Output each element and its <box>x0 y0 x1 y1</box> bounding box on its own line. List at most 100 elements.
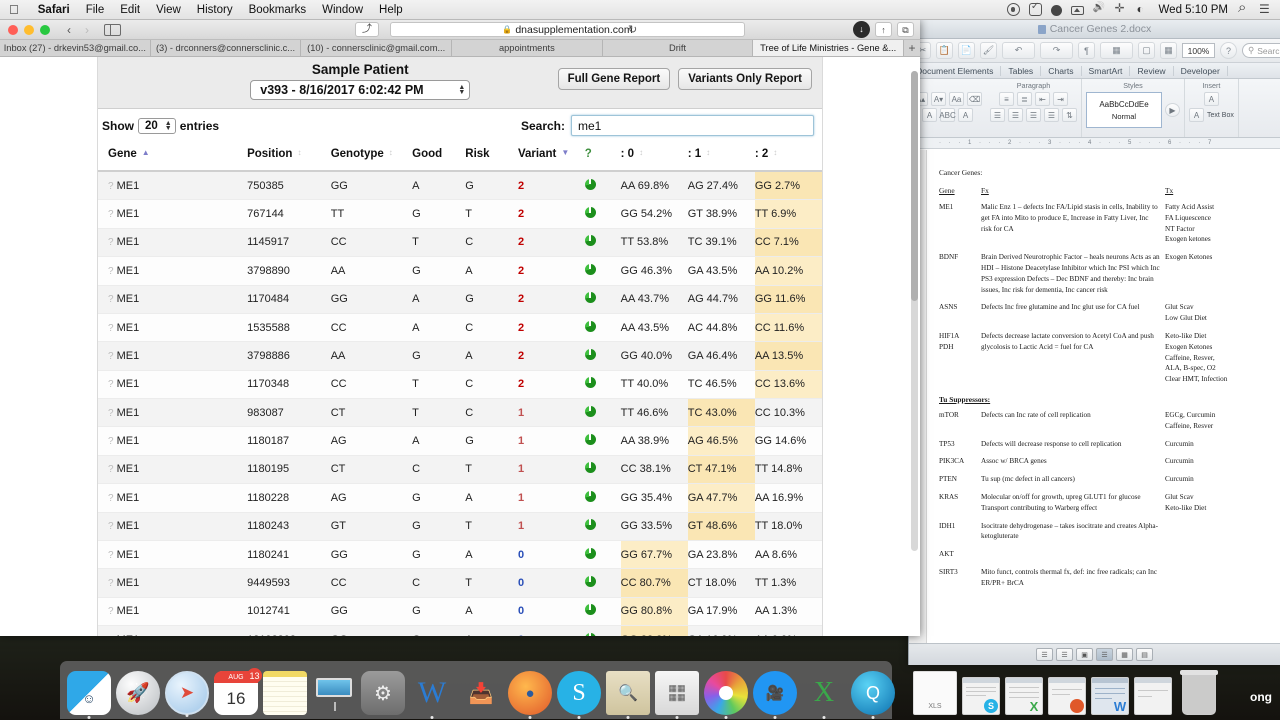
clear-formatting-icon[interactable]: ⌫ <box>967 92 982 106</box>
column-header-genotype[interactable]: Genotype↕ <box>331 140 412 171</box>
info-icon[interactable]: ? <box>108 181 114 192</box>
close-window-button[interactable] <box>8 25 18 35</box>
browser-tab-drift[interactable]: Drift <box>603 40 754 56</box>
info-icon[interactable]: ? <box>108 209 114 220</box>
pie-chart-icon[interactable] <box>585 292 596 303</box>
copy-icon[interactable]: 📋 <box>936 42 953 59</box>
tab-review[interactable]: Review <box>1130 66 1173 76</box>
info-icon[interactable]: ? <box>108 635 114 636</box>
bluetooth-icon[interactable] <box>1115 3 1128 16</box>
word-page[interactable]: Cancer Genes: Gene Fx Tx ME1Malic Enz 1 … <box>926 150 1280 643</box>
pie-chart-icon[interactable] <box>585 519 596 530</box>
installer-icon[interactable]: 📥 <box>459 671 503 715</box>
pie-chart-icon[interactable] <box>585 377 596 388</box>
view-notebook-icon[interactable]: ▦ <box>1116 648 1133 661</box>
tab-developer[interactable]: Developer <box>1174 66 1228 76</box>
table-row[interactable]: ?ME19449593CCCT0CC 80.7%CT 18.0%TT 1.3% <box>98 569 822 597</box>
column-header-question[interactable]: ? <box>585 140 621 171</box>
minimized-word-window[interactable]: W <box>1091 677 1129 715</box>
highlight-icon[interactable]: A <box>958 108 973 122</box>
numbering-icon[interactable]: ≣ <box>1017 92 1032 106</box>
info-icon[interactable]: ? <box>108 266 114 277</box>
undo-icon[interactable]: ↶ <box>1002 42 1035 59</box>
table-row[interactable]: ?ME113192303GGGA0GG 82.2%GA 16.9%AA 0.9% <box>98 626 822 637</box>
search-input[interactable] <box>571 115 814 136</box>
new-tab-button[interactable]: + <box>904 40 920 56</box>
apple-menu-icon[interactable]:  <box>9 3 19 16</box>
paste-icon[interactable]: 📄 <box>958 42 975 59</box>
view-fullscreen-icon[interactable]: ▤ <box>1136 648 1153 661</box>
column-header-two[interactable]: : 2↕ <box>755 140 822 171</box>
pie-chart-icon[interactable] <box>585 633 596 636</box>
font-color-icon[interactable]: A <box>922 108 937 122</box>
info-icon[interactable]: ? <box>108 464 114 475</box>
address-bar[interactable]: 🔒 dnasupplementation.com <box>390 22 745 37</box>
info-icon[interactable]: ? <box>108 379 114 390</box>
pie-chart-icon[interactable] <box>585 179 596 190</box>
column-header-one[interactable]: : 1↕ <box>688 140 755 171</box>
help-icon[interactable]: ? <box>1220 42 1237 59</box>
wordart-icon[interactable]: A <box>1204 92 1219 106</box>
page-scrollbar[interactable] <box>911 71 918 551</box>
menu-item-help[interactable]: Help <box>371 4 411 16</box>
info-icon[interactable]: ? <box>108 578 114 589</box>
timemachine-icon[interactable] <box>1007 3 1020 16</box>
table-row[interactable]: ?ME11180228AGGA1GG 35.4%GA 47.7%AA 16.9% <box>98 484 822 512</box>
table-row[interactable]: ?ME11145917CCTC2TT 53.8%TC 39.1%CC 7.1% <box>98 228 822 256</box>
minimized-keynote-window[interactable] <box>1134 677 1172 715</box>
increase-indent-icon[interactable]: ⇥ <box>1053 92 1068 106</box>
table-row[interactable]: ?ME11170348CCTC2TT 40.0%TC 46.5%CC 13.6% <box>98 370 822 398</box>
table-row[interactable]: ?ME11180243GTGT1GG 33.5%GT 48.6%TT 18.0% <box>98 512 822 540</box>
pie-chart-icon[interactable] <box>585 406 596 417</box>
styles-expand-icon[interactable]: ▶ <box>1165 103 1180 117</box>
trash-icon[interactable] <box>1177 669 1221 715</box>
table-row[interactable]: ?ME1767144TTGT2GG 54.2%GT 38.9%TT 6.9% <box>98 200 822 228</box>
notification-center-icon[interactable] <box>1259 3 1272 16</box>
airplay-icon[interactable] <box>1071 6 1084 15</box>
pie-chart-icon[interactable] <box>585 321 596 332</box>
variants-only-report-button[interactable]: Variants Only Report <box>678 68 812 90</box>
align-right-icon[interactable]: ☰ <box>1026 108 1041 122</box>
minimize-window-button[interactable] <box>24 25 34 35</box>
align-left-icon[interactable]: ☰ <box>990 108 1005 122</box>
table-row[interactable]: ?ME1750385GGAG2AA 69.8%AG 27.4%GG 2.7% <box>98 171 822 200</box>
redo-icon[interactable]: ↷ <box>1040 42 1073 59</box>
menu-item-bookmarks[interactable]: Bookmarks <box>241 4 315 16</box>
menu-bar-clock[interactable]: Wed 5:10 PM <box>1159 4 1228 16</box>
column-header-risk[interactable]: Risk <box>465 140 518 171</box>
minimized-skype-window[interactable]: S <box>962 677 1000 715</box>
columns-icon[interactable]: ▦ <box>1100 42 1133 59</box>
wifi-icon[interactable]: ◐ <box>1137 3 1150 16</box>
pie-chart-icon[interactable] <box>585 491 596 502</box>
tab-document-elements[interactable]: Document Elements <box>909 66 1001 76</box>
info-icon[interactable]: ? <box>108 237 114 248</box>
info-icon[interactable]: ? <box>108 521 114 532</box>
column-header-variant[interactable]: Variant▼ <box>518 140 585 171</box>
calendar-icon[interactable]: AUG 16 13 <box>214 671 258 715</box>
share-button[interactable]: ⤴ <box>355 22 379 37</box>
column-header-zero[interactable]: : 0↕ <box>621 140 688 171</box>
decrease-indent-icon[interactable]: ⇤ <box>1035 92 1050 106</box>
zoom-window-button[interactable] <box>40 25 50 35</box>
xls-file-icon[interactable]: XLS <box>913 671 957 715</box>
menu-item-view[interactable]: View <box>148 4 189 16</box>
table-row[interactable]: ?ME11535588CCAC2AA 43.5%AC 44.8%CC 11.6% <box>98 313 822 341</box>
table-row[interactable]: ?ME11180241GGGA0GG 67.7%GA 23.8%AA 8.6% <box>98 540 822 568</box>
version-select[interactable]: v393 - 8/16/2017 6:02:42 PM ▲▼ <box>250 80 470 100</box>
pie-chart-icon[interactable] <box>585 604 596 615</box>
zoom-icon[interactable]: 🎥 <box>753 671 797 715</box>
info-icon[interactable]: ? <box>108 436 114 447</box>
launchpad-icon[interactable]: 🚀 <box>116 671 160 715</box>
minimized-excel-window[interactable]: X <box>1005 677 1043 715</box>
pie-chart-icon[interactable] <box>585 434 596 445</box>
calculator-icon[interactable]: ▦▦▦▦ <box>655 671 699 715</box>
column-header-gene[interactable]: Gene▲ <box>98 140 247 171</box>
align-center-icon[interactable]: ☰ <box>1008 108 1023 122</box>
browser-tab-inbox[interactable]: Inbox (27) - drkevin53@gmail.co... <box>0 40 151 56</box>
justify-icon[interactable]: ☰ <box>1044 108 1059 122</box>
pie-chart-icon[interactable] <box>585 462 596 473</box>
firefox-icon[interactable]: ● <box>508 671 552 715</box>
bullets-icon[interactable]: ≡ <box>999 92 1014 106</box>
style-normal-button[interactable]: AaBbCcDdEe Normal <box>1086 92 1162 128</box>
show-formatting-icon[interactable]: ¶ <box>1078 42 1095 59</box>
